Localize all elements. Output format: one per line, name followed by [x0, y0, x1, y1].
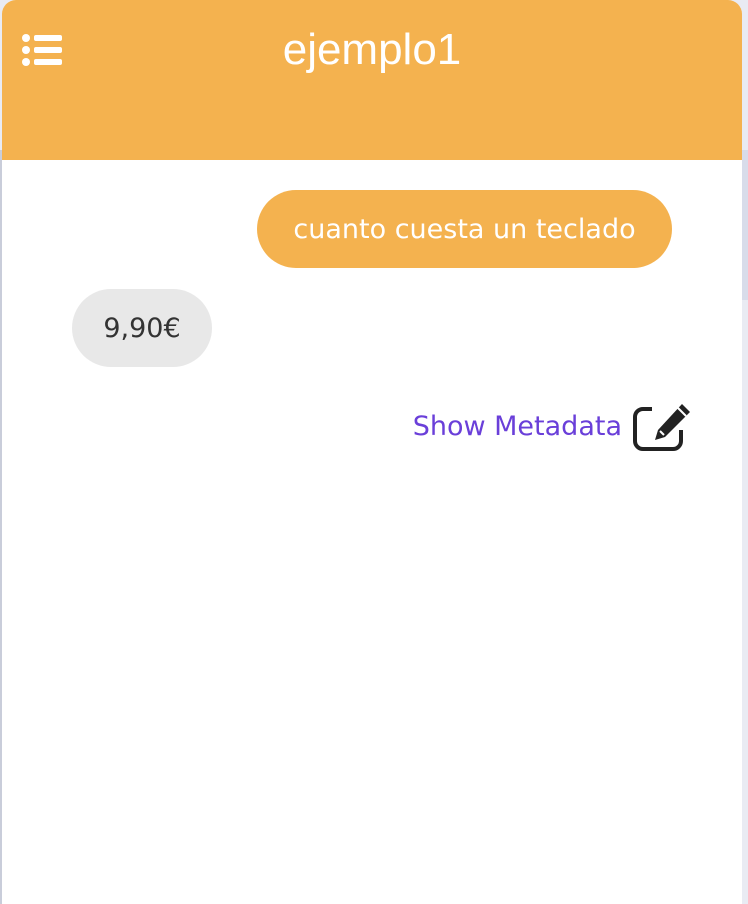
user-message-bubble: cuanto cuesta un teclado	[257, 190, 672, 268]
user-message-text: cuanto cuesta un teclado	[293, 213, 636, 245]
show-metadata-label: Show Metadata	[412, 410, 622, 442]
chat-header: ejemplo1	[2, 0, 742, 160]
show-metadata-link[interactable]: Show Metadata	[382, 398, 694, 454]
chat-widget: ejemplo1 cuanto cuesta un teclado 9,90€ …	[2, 0, 742, 904]
chat-title: ejemplo1	[282, 25, 462, 74]
bot-message-bubble: 9,90€	[72, 289, 212, 367]
edit-icon	[633, 400, 694, 451]
bot-message-text: 9,90€	[103, 312, 181, 344]
